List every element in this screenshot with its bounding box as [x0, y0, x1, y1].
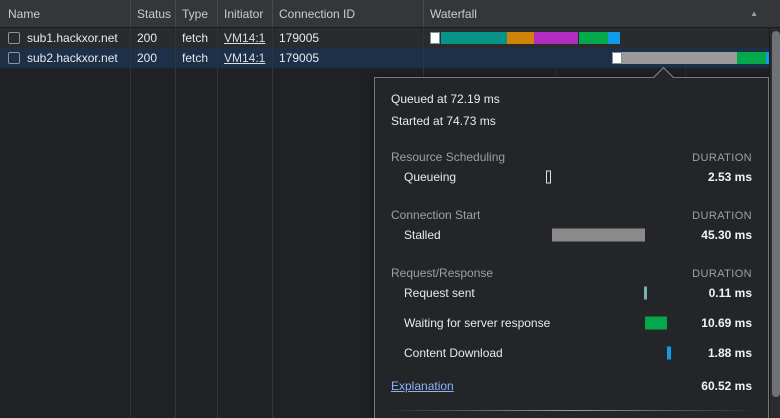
waiting-ttfb-segment [737, 52, 766, 64]
content-download-segment [608, 32, 620, 44]
stalled-segment [622, 52, 737, 64]
name-cell: sub1.hackxor.net [0, 28, 131, 48]
request-name: sub1.hackxor.net [27, 31, 118, 45]
column-divider [130, 28, 131, 418]
section-connection-start: Connection Start DURATION [391, 200, 752, 222]
sort-ascending-icon: ▲ [750, 9, 758, 18]
connection-id-cell: 179005 [273, 48, 424, 68]
type-value: fetch [182, 51, 208, 65]
status-cell: 200 [131, 28, 176, 48]
timing-label: Stalled [404, 228, 441, 243]
table-row[interactable]: sub2.hackxor.net 200 fetch VM14:1 179005 [0, 48, 780, 68]
column-header-initiator[interactable]: Initiator [218, 0, 273, 27]
initial-connection-segment [507, 32, 534, 44]
connection-id-cell: 179005 [273, 28, 424, 48]
timing-value: 1.88 ms [708, 346, 752, 360]
waterfall-lane [424, 28, 780, 48]
timing-label: Content Download [404, 346, 503, 361]
name-cell: sub2.hackxor.net [0, 48, 131, 68]
duration-column-label: DURATION [692, 152, 752, 164]
ssl-segment [534, 32, 578, 44]
duration-column-label: DURATION [692, 210, 752, 222]
column-header-waterfall[interactable]: Waterfall ▲ [424, 0, 780, 27]
column-divider [175, 28, 176, 418]
timing-row-content-download: Content Download 1.88 ms [391, 340, 752, 366]
column-divider [217, 28, 218, 418]
initiator-cell: VM14:1 [218, 48, 273, 68]
type-cell: fetch [176, 48, 218, 68]
type-cell: fetch [176, 28, 218, 48]
request-sent-bar [644, 287, 647, 300]
row-checkbox[interactable] [8, 32, 20, 44]
request-name: sub2.hackxor.net [27, 51, 118, 65]
tooltip-footer: Explanation 60.52 ms [391, 375, 752, 397]
column-header-name[interactable]: Name [0, 0, 131, 27]
section-resource-scheduling: Resource Scheduling DURATION [391, 142, 752, 164]
tooltip-divider [395, 410, 748, 411]
status-value: 200 [137, 51, 157, 65]
initiator-link[interactable]: VM14:1 [224, 31, 265, 45]
timing-row-request-sent: Request sent 0.11 ms [391, 280, 752, 306]
initiator-cell: VM14:1 [218, 28, 273, 48]
column-header-name-label: Name [8, 7, 40, 21]
timing-row-stalled: Stalled 45.30 ms [391, 222, 752, 248]
queueing-bar [546, 171, 551, 184]
column-header-connection-id-label: Connection ID [279, 7, 355, 21]
queueing-segment [430, 32, 440, 44]
total-duration: 60.52 ms [701, 379, 752, 393]
timing-value: 45.30 ms [701, 228, 752, 242]
column-header-connection-id[interactable]: Connection ID [273, 0, 424, 27]
section-title: Resource Scheduling [391, 150, 505, 164]
timing-tooltip: Queued at 72.19 ms Started at 74.73 ms R… [374, 77, 769, 418]
row-checkbox[interactable] [8, 52, 20, 64]
column-header-status[interactable]: Status [131, 0, 176, 27]
started-at-text: Started at 74.73 ms [391, 110, 752, 132]
network-panel: Name Status Type Initiator Connection ID… [0, 0, 780, 418]
column-header-initiator-label: Initiator [224, 7, 263, 21]
scrollbar-thumb[interactable] [772, 31, 780, 397]
timing-row-waiting: Waiting for server response 10.69 ms [391, 306, 752, 340]
status-cell: 200 [131, 48, 176, 68]
type-value: fetch [182, 31, 208, 45]
stalled-bar [552, 229, 645, 242]
timing-row-queueing: Queueing 2.53 ms [391, 164, 752, 190]
timing-label: Queueing [404, 170, 456, 185]
status-value: 200 [137, 31, 157, 45]
connection-id-value: 179005 [279, 31, 319, 45]
connection-id-value: 179005 [279, 51, 319, 65]
dns-lookup-segment [441, 32, 507, 44]
section-title: Request/Response [391, 266, 493, 280]
queueing-segment [612, 52, 622, 64]
waiting-ttfb-segment [579, 32, 608, 44]
table-row[interactable]: sub1.hackxor.net 200 fetch VM14:1 179005 [0, 28, 780, 48]
timing-value: 10.69 ms [701, 316, 752, 330]
queued-at-text: Queued at 72.19 ms [391, 88, 752, 110]
section-request-response: Request/Response DURATION [391, 258, 752, 280]
column-divider [272, 28, 273, 418]
column-header-waterfall-label: Waterfall [430, 7, 477, 21]
timing-value: 2.53 ms [708, 170, 752, 184]
content-download-bar [667, 347, 671, 360]
column-header-type-label: Type [182, 7, 208, 21]
vertical-scrollbar[interactable] [769, 28, 780, 418]
duration-column-label: DURATION [692, 268, 752, 280]
timing-label: Waiting for server response [404, 316, 550, 331]
timing-label: Request sent [404, 286, 475, 301]
column-header-status-label: Status [137, 7, 171, 21]
section-title: Connection Start [391, 208, 480, 222]
waterfall-lane [424, 48, 780, 68]
waiting-bar [645, 317, 667, 330]
timing-value: 0.11 ms [709, 286, 752, 300]
initiator-link[interactable]: VM14:1 [224, 51, 265, 65]
table-header: Name Status Type Initiator Connection ID… [0, 0, 780, 28]
column-header-type[interactable]: Type [176, 0, 218, 27]
explanation-link[interactable]: Explanation [391, 379, 454, 393]
